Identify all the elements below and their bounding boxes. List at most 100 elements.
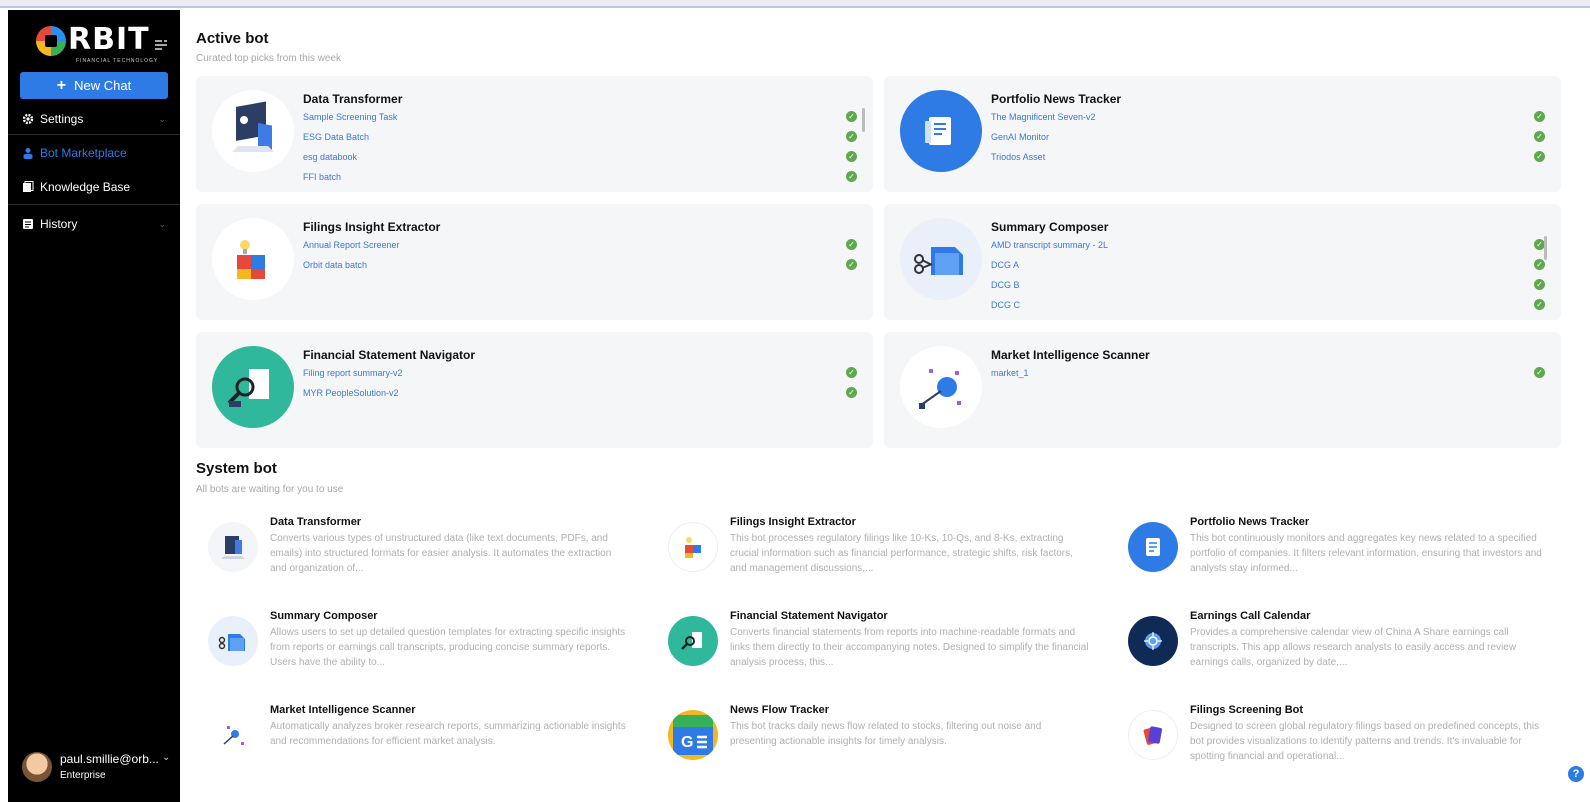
- divider: [8, 134, 180, 135]
- scrollbar[interactable]: [1544, 236, 1547, 260]
- system-bot-card[interactable]: Summary Composer Allows users to set up …: [196, 610, 636, 680]
- sidebar-item-settings[interactable]: Settings ⌄: [22, 108, 172, 130]
- item-label: esg databook: [303, 152, 358, 162]
- logo-text: RBIT: [68, 22, 150, 57]
- item-label: AMD transcript summary - 2L: [991, 240, 1109, 250]
- data-transformer-illustration: [212, 90, 294, 172]
- filings-insight-illustration: [212, 218, 294, 300]
- market-intelligence-icon: [208, 710, 258, 760]
- item-label: FFI batch: [303, 172, 342, 182]
- list-item[interactable]: Filing report summary-v2 ✓: [303, 366, 863, 386]
- system-bot-card[interactable]: Filings Screening Bot Designed to screen…: [1116, 704, 1556, 774]
- system-bot-card[interactable]: Earnings Call Calendar Provides a compre…: [1116, 610, 1556, 680]
- user-name: paul.smillie@orb...: [60, 752, 159, 766]
- bot-name: Earnings Call Calendar: [1190, 610, 1311, 622]
- system-bot-card[interactable]: Financial Statement Navigator Converts f…: [656, 610, 1096, 680]
- bot-description: This bot processes regulatory filings li…: [730, 533, 1073, 574]
- active-bot-card[interactable]: Market Intelligence Scanner market_1 ✓: [884, 332, 1561, 448]
- new-chat-button[interactable]: + New Chat: [20, 72, 168, 99]
- card-title: Summary Composer: [991, 220, 1109, 234]
- check-icon: ✓: [846, 111, 857, 122]
- item-label: ESG Data Batch: [303, 132, 370, 142]
- section-subtitle: Curated top picks from this week: [196, 53, 342, 64]
- bot-name: Portfolio News Tracker: [1190, 516, 1310, 528]
- card-title: Filings Insight Extractor: [303, 220, 441, 234]
- history-icon: [22, 218, 34, 230]
- card-title: Financial Statement Navigator: [303, 348, 476, 362]
- system-bot-card[interactable]: G News Flow Tracker This bot tracks dail…: [656, 704, 1096, 774]
- bot-name: News Flow Tracker: [730, 704, 830, 716]
- sidebar-item-history[interactable]: History ⌄: [22, 213, 172, 235]
- bot-name: Financial Statement Navigator: [730, 610, 888, 622]
- list-item[interactable]: esg databook ✓: [303, 150, 863, 170]
- sidebar-item-bot-marketplace[interactable]: Bot Marketplace: [22, 142, 172, 164]
- help-button[interactable]: ?: [1568, 766, 1584, 782]
- check-icon: ✓: [846, 367, 857, 378]
- sidebar-item-knowledge-base[interactable]: Knowledge Base: [22, 176, 172, 198]
- market-intelligence-illustration: [900, 346, 982, 428]
- sidebar-item-label: Bot Marketplace: [40, 146, 127, 160]
- sidebar-item-label: Settings: [40, 112, 84, 126]
- item-label: Filing report summary-v2: [303, 368, 403, 378]
- active-bot-card[interactable]: Financial Statement Navigator Filing rep…: [196, 332, 873, 448]
- svg-text:G: G: [681, 734, 693, 751]
- bot-name: Summary Composer: [270, 610, 378, 622]
- financial-statement-icon: [668, 616, 718, 666]
- section-title: System bot: [196, 460, 277, 477]
- active-bot-card[interactable]: Portfolio News Tracker The Magnificent S…: [884, 76, 1561, 192]
- logo-subtitle: FINANCIAL TECHNOLOGY: [76, 58, 159, 64]
- sidebar: RBIT FINANCIAL TECHNOLOGY + New Chat Set…: [8, 10, 180, 802]
- bot-icon: [22, 147, 34, 159]
- list-item[interactable]: The Magnificent Seven-v2 ✓: [991, 110, 1551, 130]
- bot-name: Filings Screening Bot: [1190, 704, 1304, 716]
- system-bot-card[interactable]: Portfolio News Tracker This bot continuo…: [1116, 516, 1556, 586]
- news-flow-tracker-icon: G: [668, 710, 718, 760]
- chevron-down-icon: ⌄: [162, 752, 171, 763]
- window-top-border: [0, 0, 1590, 8]
- list-item[interactable]: MYR PeopleSolution-v2 ✓: [303, 386, 863, 406]
- list-item[interactable]: AMD transcript summary - 2L ✓: [991, 238, 1551, 258]
- list-item[interactable]: FFI batch ✓: [303, 170, 863, 190]
- check-icon: ✓: [1534, 279, 1545, 290]
- chevron-down-icon: ⌄: [158, 218, 166, 229]
- list-item[interactable]: ESG Data Batch ✓: [303, 130, 863, 150]
- list-item[interactable]: DCG B ✓: [991, 278, 1551, 298]
- bot-name: Data Transformer: [270, 516, 362, 528]
- bot-description: Automatically analyzes broker research r…: [270, 721, 626, 747]
- system-bot-card[interactable]: Data Transformer Converts various types …: [196, 516, 636, 586]
- active-bot-card[interactable]: Data Transformer Sample Screening Task ✓ …: [196, 76, 873, 192]
- list-item[interactable]: market_1 ✓: [991, 366, 1551, 386]
- scrollbar[interactable]: [862, 108, 865, 132]
- bot-name: Market Intelligence Scanner: [270, 704, 416, 716]
- gear-icon: [22, 113, 34, 125]
- system-bot-card[interactable]: Filings Insight Extractor This bot proce…: [656, 516, 1096, 586]
- check-icon: ✓: [1534, 131, 1545, 142]
- active-bot-card[interactable]: Summary Composer AMD transcript summary …: [884, 204, 1561, 320]
- check-icon: ✓: [846, 171, 857, 182]
- list-item[interactable]: DCG A ✓: [991, 258, 1551, 278]
- list-item[interactable]: Sample Screening Task ✓: [303, 110, 863, 130]
- bot-name: Filings Insight Extractor: [730, 516, 856, 528]
- check-icon: ✓: [1534, 367, 1545, 378]
- book-icon: [22, 181, 34, 193]
- list-item[interactable]: DCG C ✓: [991, 298, 1551, 318]
- summary-composer-icon: [208, 616, 258, 666]
- collapse-sidebar-icon[interactable]: [155, 40, 167, 50]
- user-profile[interactable]: paul.smillie@orb... Enterprise ⌄: [22, 750, 176, 790]
- list-item[interactable]: GenAI Monitor ✓: [991, 130, 1551, 150]
- list-item[interactable]: Orbit data batch ✓: [303, 258, 863, 278]
- bot-description: Converts financial statements from repor…: [730, 627, 1089, 668]
- list-item[interactable]: Triodos Asset ✓: [991, 150, 1551, 170]
- user-plan: Enterprise: [60, 770, 106, 781]
- item-label: DCG B: [991, 280, 1020, 290]
- new-chat-label: New Chat: [74, 78, 132, 93]
- check-icon: ✓: [1534, 151, 1545, 162]
- check-icon: ✓: [846, 151, 857, 162]
- item-label: DCG A: [991, 260, 1020, 270]
- system-bot-card[interactable]: Market Intelligence Scanner Automaticall…: [196, 704, 636, 774]
- list-item[interactable]: Annual Report Screener ✓: [303, 238, 863, 258]
- main-content: Active bot Curated top picks from this w…: [180, 10, 1590, 802]
- avatar: [22, 752, 52, 782]
- active-bot-card[interactable]: Filings Insight Extractor Annual Report …: [196, 204, 873, 320]
- card-title: Data Transformer: [303, 92, 403, 106]
